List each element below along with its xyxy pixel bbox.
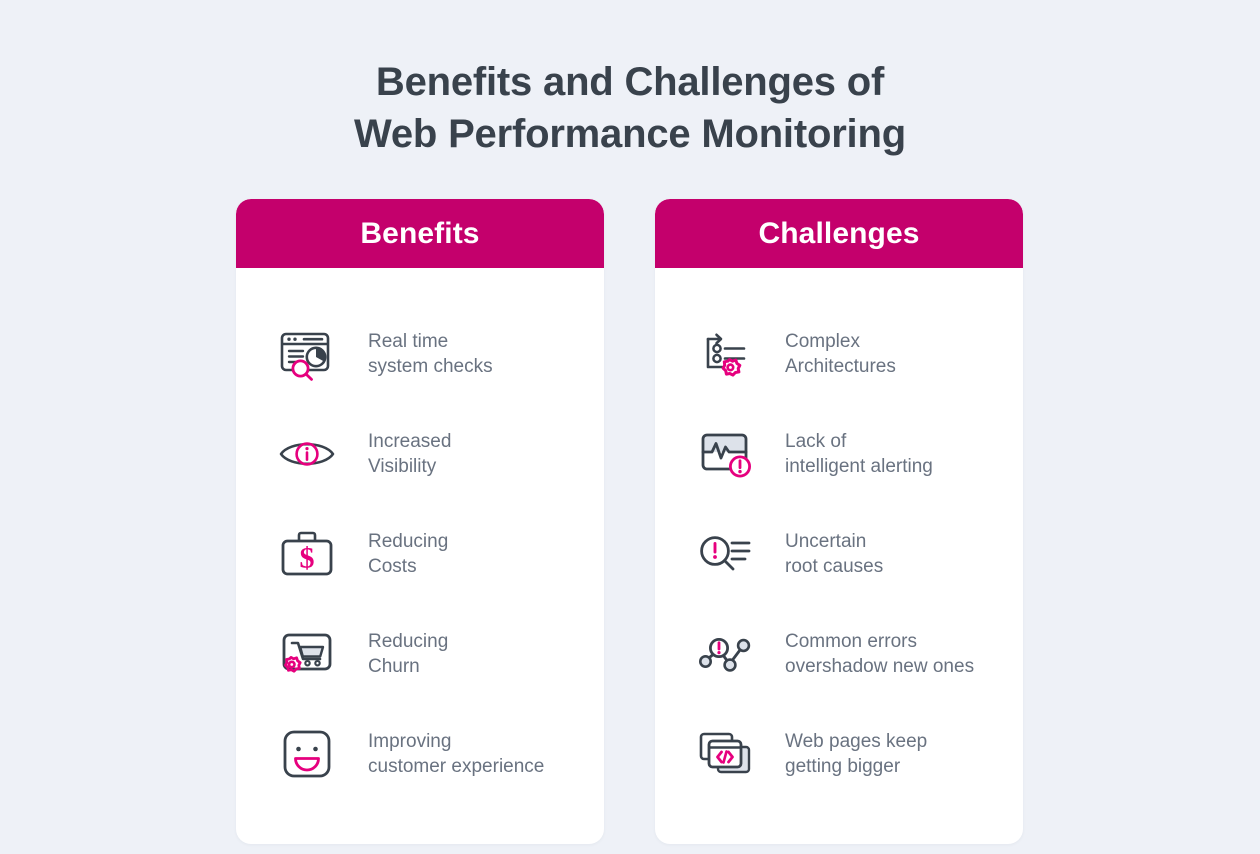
list-item-label-line-1: Reducing	[368, 631, 449, 652]
common-errors-overshadow-icon	[694, 623, 756, 685]
list-item-label-line-2: Architectures	[785, 356, 896, 377]
uncertain-root-causes-icon	[694, 523, 756, 585]
list-item-label-line-1: Improving	[368, 731, 452, 752]
list-item: Real time system checks	[236, 304, 604, 404]
list-item: Complex Architectures	[655, 304, 1023, 404]
list-item-label-line-2: Costs	[368, 556, 417, 577]
complex-architectures-icon	[694, 323, 756, 385]
list-item-label-line-1: Web pages keep	[785, 731, 928, 752]
challenges-card-title: Challenges	[758, 216, 920, 250]
list-item: Lack of intelligent alerting	[655, 404, 1023, 504]
reducing-churn-icon	[276, 623, 338, 685]
list-item-label: Web pages keep getting bigger	[785, 729, 927, 779]
cards-container: Benefits Real time system checks Increas…	[236, 199, 1024, 844]
benefits-card-header: Benefits	[236, 199, 604, 268]
list-item-label: Reducing Costs	[368, 529, 448, 579]
list-item-label-line-1: Lack of	[785, 431, 847, 452]
list-item-label-line-2: getting bigger	[785, 756, 901, 777]
web-pages-getting-bigger-icon	[694, 723, 756, 785]
list-item-label: Increased Visibility	[368, 429, 451, 479]
benefits-card: Benefits Real time system checks Increas…	[236, 199, 604, 844]
page-title-line-1: Benefits and Challenges of	[375, 60, 885, 104]
page-title: Benefits and Challenges of Web Performan…	[0, 56, 1260, 160]
benefits-card-title: Benefits	[360, 216, 480, 250]
list-item-label-line-1: Reducing	[368, 531, 449, 552]
list-item-label-line-1: Increased	[368, 431, 452, 452]
page-title-line-2: Web Performance Monitoring	[354, 112, 906, 156]
list-item-label: Uncertain root causes	[785, 529, 883, 579]
list-item-label: Common errors overshadow new ones	[785, 629, 974, 679]
list-item-label: Lack of intelligent alerting	[785, 429, 933, 479]
list-item-label: Real time system checks	[368, 329, 493, 379]
improving-customer-experience-icon	[276, 723, 338, 785]
list-item-label: Reducing Churn	[368, 629, 448, 679]
challenges-card-body: Complex Architectures Lack of intelligen…	[655, 268, 1023, 844]
list-item-label-line-2: overshadow new ones	[785, 656, 975, 677]
list-item: Uncertain root causes	[655, 504, 1023, 604]
increased-visibility-icon	[276, 423, 338, 485]
infographic-page: Benefits and Challenges of Web Performan…	[0, 0, 1260, 854]
list-item: Improving customer experience	[236, 704, 604, 804]
list-item-label-line-2: Churn	[368, 656, 420, 677]
reducing-costs-icon: $	[276, 523, 338, 585]
list-item-label-line-2: system checks	[368, 356, 493, 377]
challenges-card-header: Challenges	[655, 199, 1023, 268]
list-item-label-line-1: Real time	[368, 331, 449, 352]
lack-of-intelligent-alerting-icon	[694, 423, 756, 485]
challenges-card: Challenges Complex Architectures Lack of…	[655, 199, 1023, 844]
list-item: Increased Visibility	[236, 404, 604, 504]
list-item-label-line-1: Complex	[785, 331, 860, 352]
list-item: Common errors overshadow new ones	[655, 604, 1023, 704]
list-item-label: Improving customer experience	[368, 729, 544, 779]
svg-text:$: $	[300, 542, 315, 575]
list-item-label-line-2: Visibility	[368, 456, 437, 477]
list-item: Reducing Churn	[236, 604, 604, 704]
list-item-label-line-1: Uncertain	[785, 531, 867, 552]
list-item-label-line-2: customer experience	[368, 756, 545, 777]
benefits-card-body: Real time system checks Increased Visibi…	[236, 268, 604, 844]
list-item-label: Complex Architectures	[785, 329, 896, 379]
list-item-label-line-2: intelligent alerting	[785, 456, 933, 477]
list-item: $ Reducing Costs	[236, 504, 604, 604]
list-item: Web pages keep getting bigger	[655, 704, 1023, 804]
list-item-label-line-1: Common errors	[785, 631, 917, 652]
realtime-system-checks-icon	[276, 323, 338, 385]
list-item-label-line-2: root causes	[785, 556, 884, 577]
